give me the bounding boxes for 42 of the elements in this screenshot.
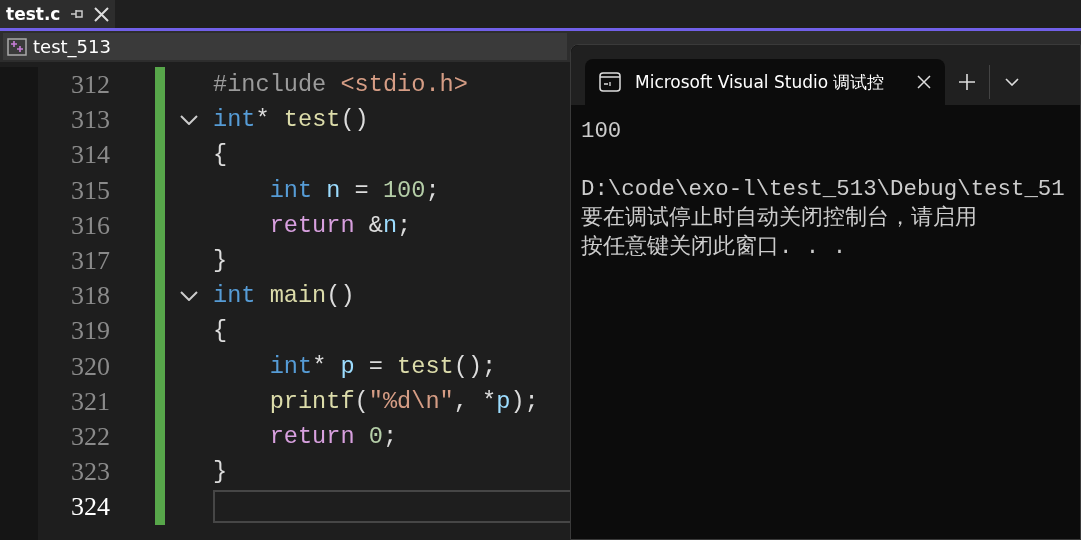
- collapse-chevron-icon[interactable]: [180, 290, 198, 301]
- line-number: 312: [70, 69, 110, 101]
- line-number: 322: [70, 420, 110, 453]
- code-line: int* p = test();: [268, 351, 497, 382]
- console-output-line: 要在调试停止时自动关闭控制台，请启用: [581, 204, 978, 233]
- code-line: }: [213, 246, 228, 277]
- code-line: }: [213, 457, 228, 488]
- line-number: 319: [70, 315, 110, 348]
- code-line: int* test(): [213, 105, 369, 136]
- console-output-line: D:\code\exo-l\test_513\Debug\test_51: [581, 175, 1066, 204]
- line-number: 320: [70, 350, 110, 383]
- line-number: 316: [70, 209, 110, 242]
- line-number: 324: [70, 491, 110, 524]
- console-output-line: 100: [581, 117, 623, 146]
- line-number: 314: [70, 139, 110, 172]
- code-line: int main(): [213, 281, 355, 312]
- code-line: return 0;: [268, 421, 398, 452]
- chevron-down-icon[interactable]: [1005, 78, 1019, 86]
- line-number: 315: [70, 174, 110, 207]
- project-icon: [7, 37, 27, 56]
- line-number: 313: [70, 104, 110, 137]
- console-tab[interactable]: Microsoft Visual Studio 调试控: [585, 59, 945, 105]
- line-number: 317: [70, 244, 110, 277]
- code-line: {: [213, 316, 228, 347]
- close-icon[interactable]: [94, 6, 110, 22]
- line-number: 321: [70, 385, 110, 418]
- code-line: int n = 100;: [268, 175, 440, 206]
- project-dropdown[interactable]: test_513: [3, 33, 567, 60]
- close-icon[interactable]: [917, 75, 931, 89]
- plus-icon[interactable]: [958, 73, 976, 91]
- code-line: return &n;: [268, 210, 412, 241]
- code-line: #include <stdio.h>: [213, 70, 468, 101]
- line-number: 323: [70, 456, 110, 489]
- pin-icon[interactable]: [70, 8, 85, 20]
- console-output-line: 按任意键关闭此窗口. . .: [581, 233, 848, 262]
- console-icon: [599, 72, 621, 92]
- code-line: {: [213, 140, 228, 171]
- code-line: printf("%d\n", *p);: [268, 386, 539, 417]
- document-tab[interactable]: test.c: [0, 0, 116, 28]
- console-title: Microsoft Visual Studio 调试控: [635, 70, 886, 94]
- collapse-chevron-icon[interactable]: [180, 114, 198, 125]
- line-number: 318: [70, 280, 110, 313]
